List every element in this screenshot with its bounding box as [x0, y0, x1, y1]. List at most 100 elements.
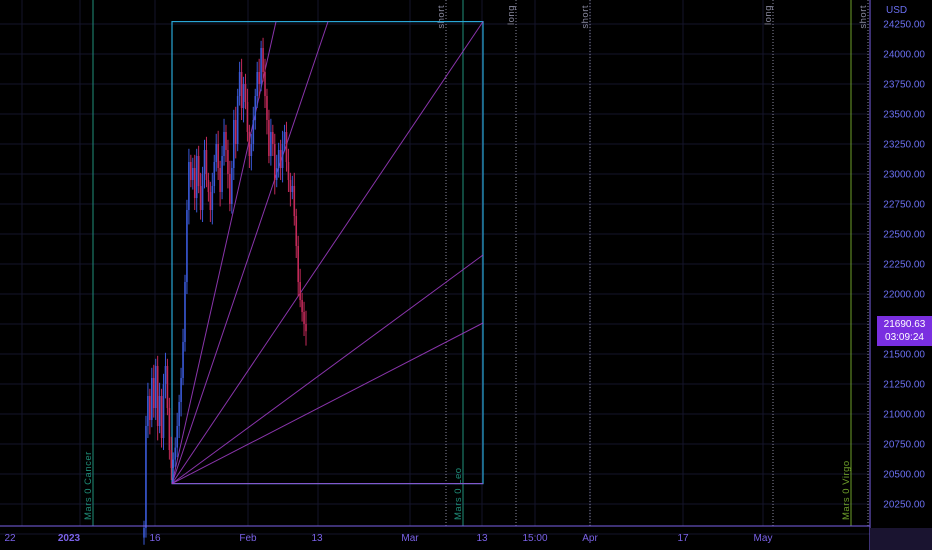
- candle-body: [184, 282, 186, 342]
- candle-body: [219, 168, 221, 192]
- candle-body: [223, 132, 225, 156]
- candle-body: [258, 72, 260, 84]
- y-tick-label: 23750.00: [883, 80, 925, 91]
- y-tick-label: 23500.00: [883, 110, 925, 121]
- x-tick-label: 15:00: [522, 533, 547, 544]
- countdown: 03:09:24: [885, 332, 924, 343]
- candle-body: [207, 180, 210, 192]
- y-tick-label: 22000.00: [883, 290, 925, 301]
- year-badge: [870, 528, 932, 550]
- candle-body: [272, 132, 274, 144]
- y-tick-label: 23250.00: [883, 140, 925, 151]
- candle-body: [287, 162, 290, 180]
- candle-body: [285, 132, 288, 162]
- y-tick-label: 21500.00: [883, 350, 925, 361]
- candle-body: [244, 84, 247, 102]
- x-tick-label: May: [754, 533, 773, 544]
- candle-body: [213, 162, 216, 186]
- candle-body: [156, 366, 159, 426]
- candle-body: [193, 168, 196, 198]
- candle-body: [268, 120, 270, 156]
- x-tick-label: Feb: [239, 533, 257, 544]
- candle-body: [203, 150, 206, 174]
- vertical-marker-label: Mars 0 Virgo: [841, 460, 852, 520]
- candle-body: [164, 366, 167, 384]
- candle-body: [195, 156, 198, 198]
- vertical-marker-label: Mars 0 Leo: [453, 467, 464, 520]
- vertical-marker-label: short: [436, 5, 447, 29]
- candle-body: [162, 384, 165, 438]
- candle-body: [225, 132, 227, 150]
- candle-body: [209, 192, 212, 210]
- candle-body: [229, 174, 231, 204]
- candle-body: [295, 216, 298, 246]
- candle-body: [293, 186, 296, 216]
- candle-body: [246, 102, 249, 132]
- candle-body: [227, 150, 229, 174]
- candle-body: [248, 132, 251, 156]
- candle-body: [152, 378, 155, 408]
- gann-fan-line: [171, 322, 484, 485]
- last-price: 21690.63: [883, 319, 926, 330]
- candle-body: [158, 396, 161, 426]
- candle-body: [199, 186, 202, 210]
- candle-body: [172, 459, 175, 468]
- candle-body: [149, 396, 151, 420]
- candle-body: [211, 186, 214, 210]
- y-tick-label: 22500.00: [883, 230, 925, 241]
- y-tick-label: 22250.00: [883, 260, 925, 271]
- x-tick-label: Apr: [582, 533, 598, 544]
- candle-body: [301, 300, 303, 312]
- candle-body: [170, 450, 173, 468]
- candle-body: [154, 366, 157, 408]
- candle-body: [297, 246, 299, 282]
- candle-body: [264, 72, 266, 96]
- vertical-marker-label: short: [858, 5, 869, 29]
- candle-body: [178, 402, 180, 426]
- vertical-markers: Mars 0 Cancer short Mars 0 Leo long short lon…: [83, 0, 869, 526]
- candle-body: [231, 168, 233, 204]
- candle-body: [283, 132, 286, 144]
- candle-body: [201, 174, 204, 210]
- y-tick-label: 21000.00: [883, 410, 925, 421]
- candle-body: [303, 312, 305, 324]
- x-tick-label: 13: [311, 533, 323, 544]
- price-axis[interactable]: 24250.00 24000.00 23750.00 23500.00 23250.00…: [883, 20, 925, 541]
- y-tick-label: 20750.00: [883, 440, 925, 451]
- candle-body: [305, 324, 307, 332]
- x-tick-label: 13: [476, 533, 488, 544]
- candle-body: [238, 72, 241, 96]
- time-axis[interactable]: 22 2023 16 Feb 13 Mar 13 15:00 Apr 17 May: [0, 0, 871, 550]
- vertical-marker-label: long: [506, 5, 517, 25]
- candle-body: [262, 48, 264, 72]
- candle-body: [252, 120, 255, 144]
- candle-body: [281, 144, 284, 168]
- candle-body: [215, 144, 218, 162]
- candlestick-chart[interactable]: Mars 0 Cancer short Mars 0 Leo long short lon…: [0, 0, 932, 550]
- candle-body: [275, 168, 278, 180]
- candle-body: [143, 528, 145, 538]
- candle-body: [205, 150, 208, 180]
- candle-body: [273, 144, 276, 180]
- candle-body: [191, 168, 194, 180]
- candle-body: [289, 180, 292, 192]
- grid: [0, 0, 870, 535]
- candle-body: [256, 72, 259, 96]
- candle-body: [147, 396, 149, 426]
- vertical-marker-label: long: [763, 5, 774, 25]
- candle-body: [176, 426, 178, 448]
- candle-body: [236, 96, 239, 144]
- candle-body: [190, 162, 192, 180]
- y-tick-label: 23000.00: [883, 170, 925, 181]
- gann-fan-line: [171, 254, 484, 485]
- y-tick-label: 20250.00: [883, 500, 925, 511]
- candle-body: [254, 96, 257, 120]
- y-tick-label: 21250.00: [883, 380, 925, 391]
- x-tick-label: 22: [4, 533, 16, 544]
- candle-body: [279, 150, 282, 168]
- candle-body: [291, 186, 294, 192]
- candle-body: [188, 162, 190, 210]
- candle-body: [186, 210, 188, 282]
- candle-body: [277, 150, 280, 168]
- candle-body: [242, 84, 245, 108]
